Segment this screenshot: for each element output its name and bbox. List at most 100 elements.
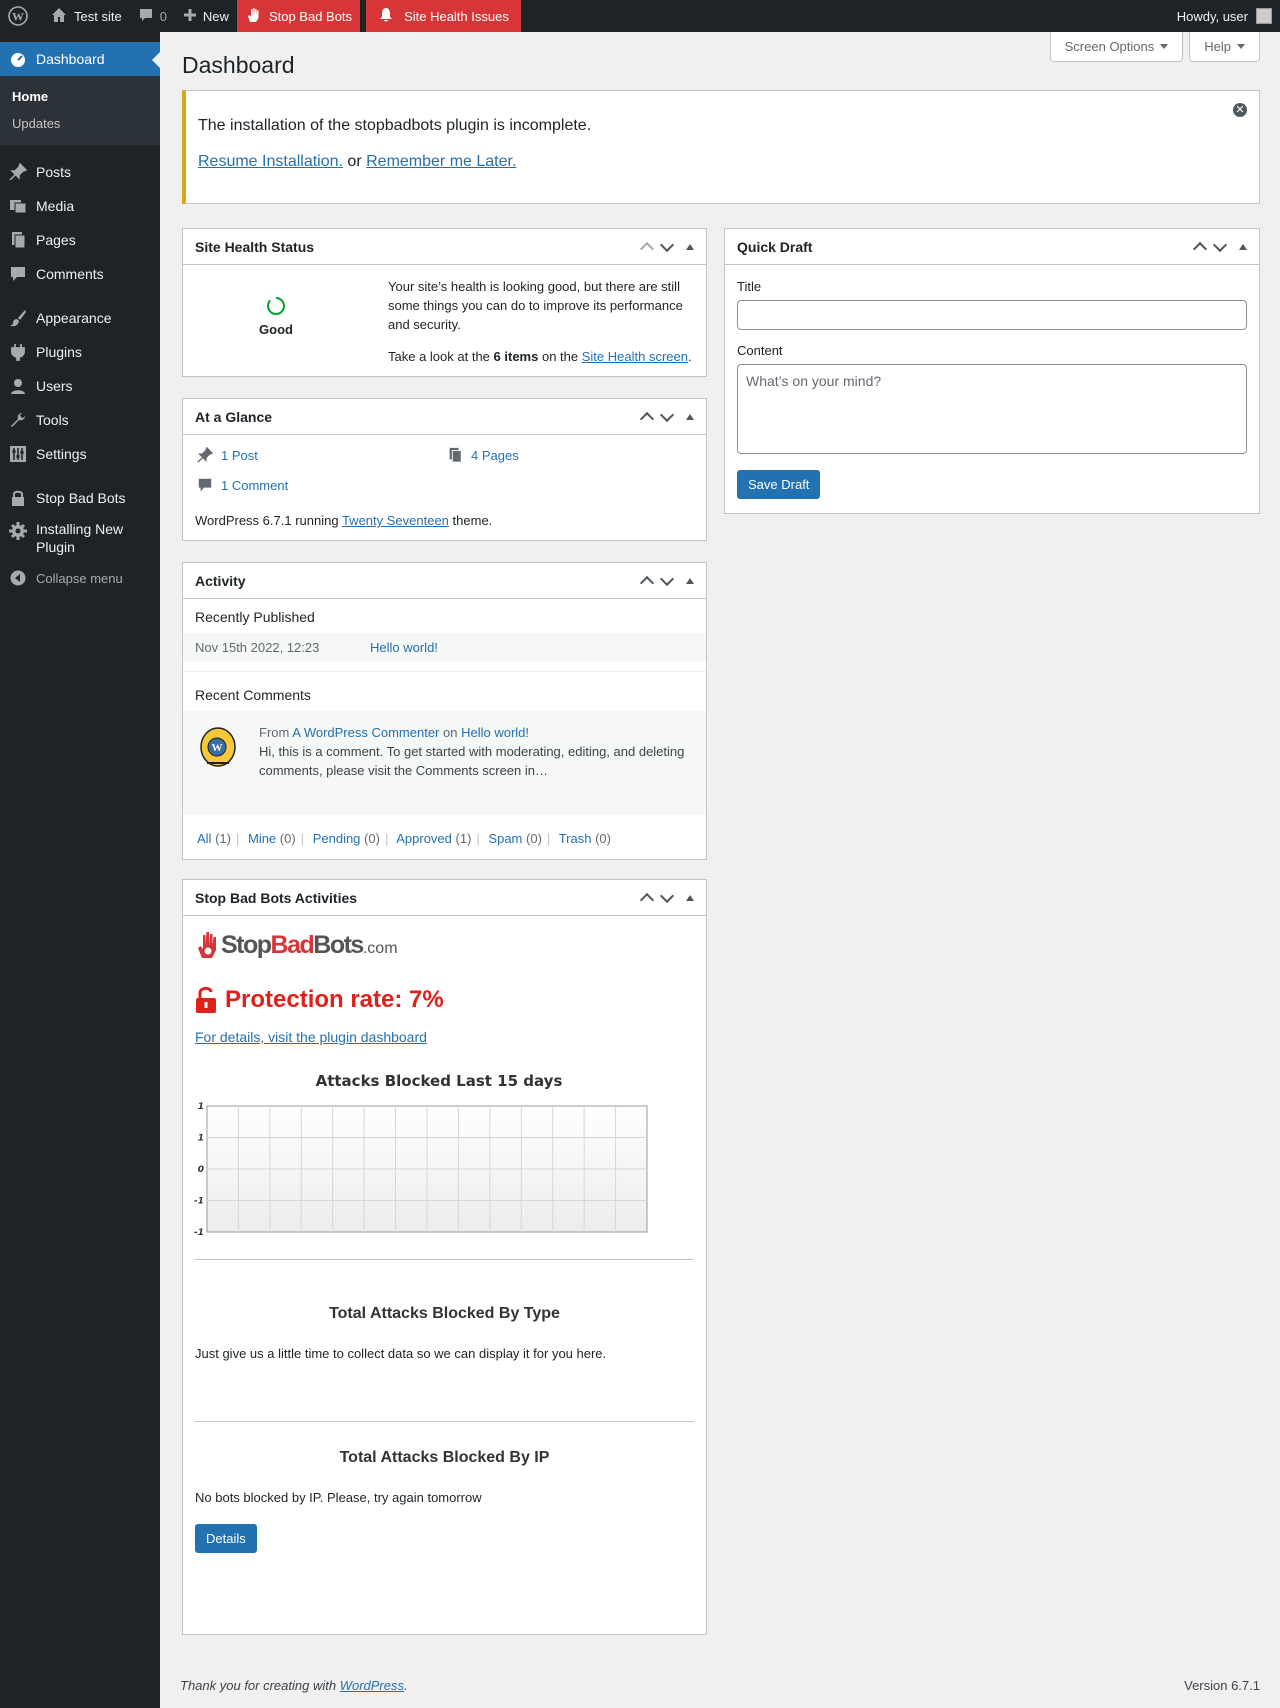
toggle-panel-icon[interactable] xyxy=(686,410,694,420)
move-up-icon[interactable] xyxy=(639,575,655,590)
health-indicator: Good xyxy=(183,295,369,337)
sidebar-item-posts[interactable]: Posts xyxy=(0,155,160,189)
plug-icon xyxy=(8,342,28,362)
save-draft-button[interactable]: Save Draft xyxy=(737,470,821,499)
draft-title-input[interactable] xyxy=(737,300,1247,330)
protection-rate-text: Protection rate: 7% xyxy=(225,986,444,1013)
comments-link[interactable]: 0 xyxy=(130,0,175,32)
widget-header: At a Glance xyxy=(183,399,706,435)
commenter-avatar: W xyxy=(197,725,239,767)
filter-mine[interactable]: Mine xyxy=(248,831,276,846)
theme-link[interactable]: Twenty Seventeen xyxy=(342,513,449,528)
move-down-icon[interactable] xyxy=(659,888,675,903)
move-up-icon[interactable] xyxy=(639,892,655,907)
glance-posts: 1 Post xyxy=(197,447,258,463)
pushpin-icon xyxy=(197,447,213,463)
notice-message: The installation of the stopbadbots plug… xyxy=(198,117,592,134)
comments-count: 0 xyxy=(159,8,167,24)
filter-trash[interactable]: Trash xyxy=(559,831,592,846)
pushpin-icon xyxy=(8,162,28,182)
help-button[interactable]: Help xyxy=(1189,32,1260,62)
admin-footer: Thank you for creating with WordPress. V… xyxy=(180,1678,1260,1693)
sidebar-item-stop-bad-bots[interactable]: Stop Bad Bots xyxy=(0,481,160,515)
wp-version-info: WordPress 6.7.1 running Twenty Seventeen… xyxy=(195,513,493,528)
move-up-icon[interactable] xyxy=(639,411,655,426)
site-health-widget: Site Health Status Good Your site’s heal… xyxy=(182,228,707,377)
filter-spam[interactable]: Spam xyxy=(488,831,522,846)
submenu-item-updates[interactable]: Updates xyxy=(0,110,160,137)
draft-title-label: Title xyxy=(737,279,762,294)
glance-pages: 4 Pages xyxy=(447,447,519,463)
wordpress-link[interactable]: WordPress xyxy=(340,1678,404,1693)
sidebar-item-appearance[interactable]: Appearance xyxy=(0,301,160,335)
comment-post-link[interactable]: Hello world! xyxy=(461,725,529,740)
stop-bad-bots-link[interactable]: Stop Bad Bots xyxy=(236,0,361,32)
sidebar-item-label: Users xyxy=(36,378,73,394)
posts-count-link[interactable]: 1 Post xyxy=(221,448,258,463)
chart-y-tick-label: 1 xyxy=(198,1134,204,1144)
chart-x-tick-label: 17 xyxy=(265,1237,275,1238)
wordpress-logo-icon[interactable]: W xyxy=(0,0,42,32)
health-text: Your site’s health is looking good, but … xyxy=(388,279,683,332)
published-post-link[interactable]: Hello world! xyxy=(370,640,438,655)
move-up-icon[interactable] xyxy=(1192,241,1208,256)
comment-filters: All (1) | Mine (0) | Pending (0) | Approved… xyxy=(197,831,611,846)
sidebar-item-dashboard[interactable]: Dashboard xyxy=(0,42,160,76)
remember-later-link[interactable]: Remember me Later. xyxy=(366,153,516,170)
draft-content-label: Content xyxy=(737,343,783,358)
comment-excerpt: Hi, this is a comment. To get started wi… xyxy=(259,744,685,778)
sidebar-item-installing-new-plugin[interactable]: Installing New Plugin xyxy=(0,515,160,561)
move-down-icon[interactable] xyxy=(659,571,675,586)
pages-count-link[interactable]: 4 Pages xyxy=(471,448,519,463)
toggle-panel-icon[interactable] xyxy=(1239,240,1247,250)
filter-pending[interactable]: Pending xyxy=(313,831,361,846)
resume-installation-link[interactable]: Resume Installation. xyxy=(198,153,343,170)
sidebar-item-comments[interactable]: Comments xyxy=(0,257,160,291)
comments-count-link[interactable]: 1 Comment xyxy=(221,478,288,493)
comment-body: From A WordPress Commenter on Hello worl… xyxy=(259,723,699,780)
dashboard-submenu: Home Updates xyxy=(0,76,160,145)
home-icon xyxy=(50,6,74,27)
by-type-title: Total Attacks Blocked By Type xyxy=(329,1305,560,1322)
move-down-icon[interactable] xyxy=(1212,237,1228,252)
site-health-issues-link[interactable]: Site Health Issues xyxy=(366,0,521,32)
site-name-link[interactable]: Test site xyxy=(42,0,130,32)
user-avatar xyxy=(1256,8,1272,24)
submenu-item-home[interactable]: Home xyxy=(0,83,160,110)
collapse-menu-button[interactable]: Collapse menu xyxy=(0,561,160,595)
plugin-dashboard-link[interactable]: For details, visit the plugin dashboard xyxy=(195,1029,427,1045)
activity-widget: Activity Recently Published Nov 15th 202… xyxy=(182,562,707,860)
details-button[interactable]: Details xyxy=(195,1524,257,1553)
by-type-text: Just give us a little time to collect da… xyxy=(195,1346,607,1361)
user-account-menu[interactable]: Howdy, user xyxy=(1169,0,1280,32)
attacks-chart-svg: Attacks Blocked Last 15 days151617181920… xyxy=(194,1072,652,1245)
move-down-icon[interactable] xyxy=(659,407,675,422)
at-a-glance-widget: At a Glance 1 Post 4 Pages 1 Comment Wor… xyxy=(182,398,707,541)
dismiss-notice-icon[interactable]: ✕ xyxy=(1233,103,1247,117)
admin-sidebar: Dashboard Home Updates Posts Media Pages… xyxy=(0,32,160,1708)
sidebar-item-media[interactable]: Media xyxy=(0,189,160,223)
widget-title: Site Health Status xyxy=(195,238,315,255)
chart-x-tick-label: 16 xyxy=(234,1237,244,1238)
by-ip-text: No bots blocked by IP. Please, try again… xyxy=(195,1490,482,1505)
sidebar-item-settings[interactable]: Settings xyxy=(0,437,160,471)
new-content-link[interactable]: New xyxy=(175,0,237,32)
move-up-icon[interactable] xyxy=(639,241,655,256)
site-health-screen-link[interactable]: Site Health screen xyxy=(582,349,688,364)
sidebar-item-tools[interactable]: Tools xyxy=(0,403,160,437)
filter-all[interactable]: All xyxy=(197,831,211,846)
sidebar-item-plugins[interactable]: Plugins xyxy=(0,335,160,369)
filter-approved[interactable]: Approved xyxy=(396,831,452,846)
move-down-icon[interactable] xyxy=(659,237,675,252)
comment-author-link[interactable]: A WordPress Commenter xyxy=(292,725,439,740)
screen-options-button[interactable]: Screen Options xyxy=(1049,32,1184,62)
wrench-icon xyxy=(8,410,28,430)
draft-content-textarea[interactable]: What’s on your mind? xyxy=(737,364,1247,454)
toggle-panel-icon[interactable] xyxy=(686,574,694,584)
chart-x-tick-label: 19 xyxy=(328,1237,338,1238)
toggle-panel-icon[interactable] xyxy=(686,891,694,901)
toggle-panel-icon[interactable] xyxy=(686,240,694,250)
sidebar-item-pages[interactable]: Pages xyxy=(0,223,160,257)
sidebar-item-users[interactable]: Users xyxy=(0,369,160,403)
collapse-arrow-icon xyxy=(8,568,28,588)
